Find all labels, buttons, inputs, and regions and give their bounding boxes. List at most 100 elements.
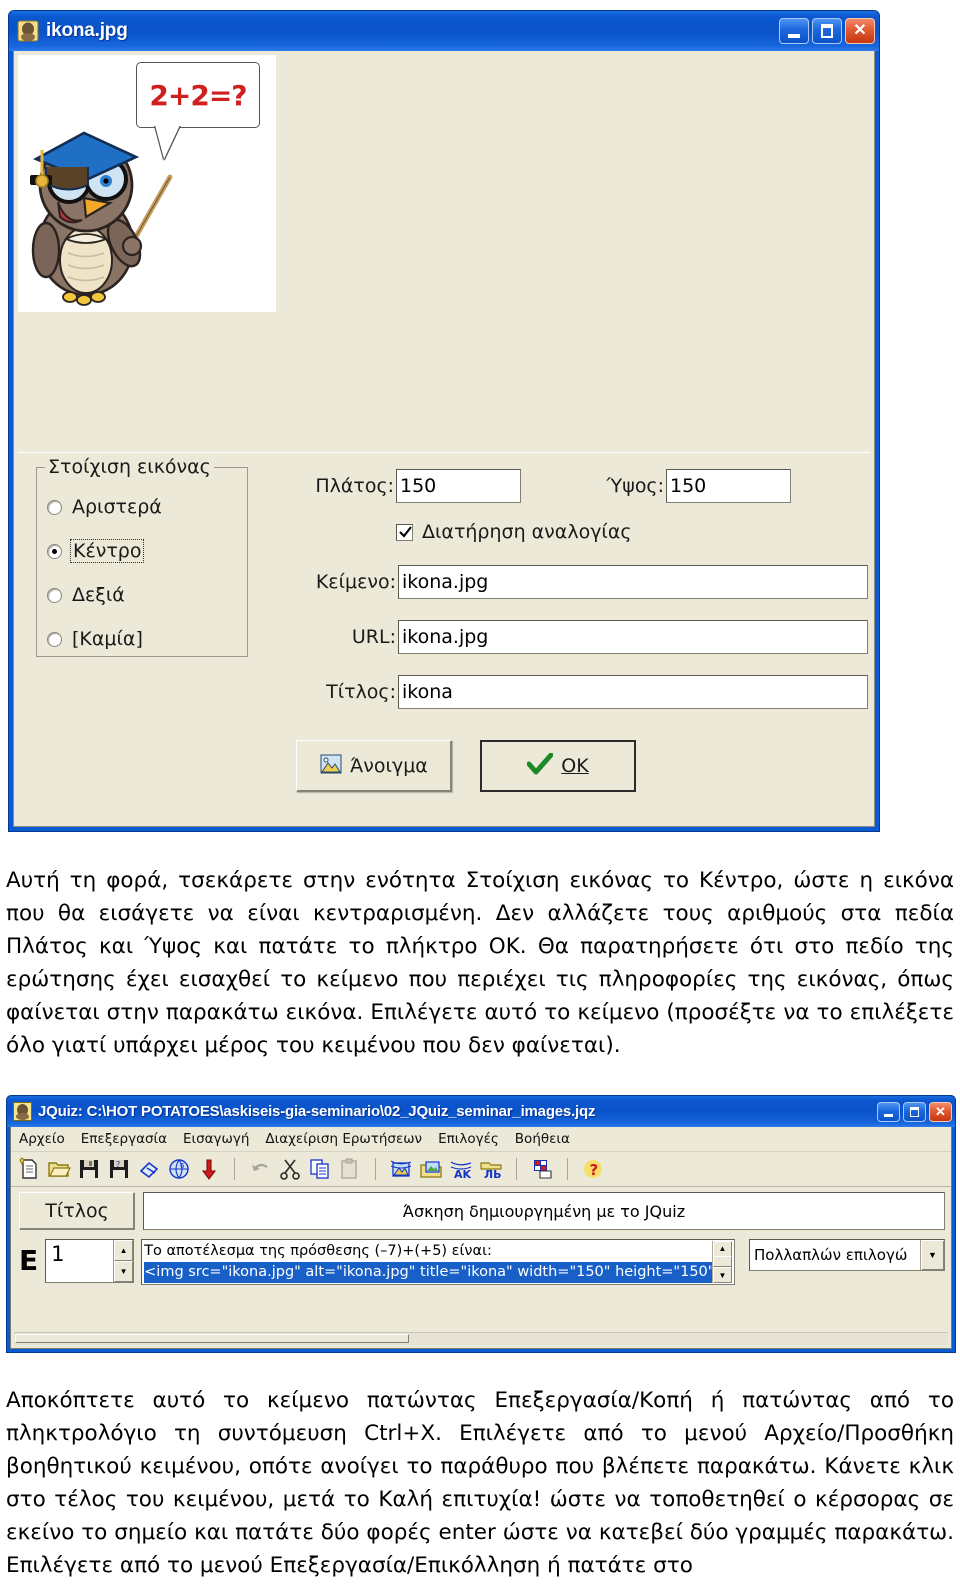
question-text-area[interactable]: Το αποτέλεσμα της πρόσθεσης (–7)+(+5) εί… <box>141 1239 735 1285</box>
radio-indicator <box>47 631 62 647</box>
svg-text:AK: AK <box>454 1168 472 1181</box>
open-button[interactable]: Άνοιγμα <box>296 740 452 792</box>
svg-text:ЛЬ: ЛЬ <box>484 1168 502 1181</box>
save-icon[interactable] <box>77 1157 101 1181</box>
radio-align-right[interactable]: Δεξιά <box>47 582 125 608</box>
undo-icon <box>248 1157 272 1181</box>
question-prefix-label: E <box>19 1244 39 1277</box>
svg-text:6: 6 <box>180 1162 185 1170</box>
eraser-icon[interactable] <box>137 1157 161 1181</box>
config-icon[interactable] <box>530 1157 554 1181</box>
jquiz-titlebar[interactable]: JQuiz: C:\HOT POTATOES\askiseis-gia-semi… <box>7 1096 955 1127</box>
width-input[interactable]: 150 <box>396 469 521 503</box>
down-arrow-icon[interactable] <box>197 1157 221 1181</box>
horizontal-scroll-thumb[interactable] <box>15 1334 409 1343</box>
insert-link-web-icon[interactable]: AK <box>449 1157 473 1181</box>
title-button[interactable]: Τίτλος <box>19 1192 135 1230</box>
stepper-down-button[interactable]: ▼ <box>114 1261 134 1282</box>
check-mark-icon <box>526 752 554 780</box>
dialog-client-area: 2+2=? Στοίχιση εικόνας Αριστερά Κέντρο Δ… <box>13 51 875 827</box>
new-file-icon[interactable] <box>17 1157 41 1181</box>
image-properties-form: Στοίχιση εικόνας Αριστερά Κέντρο Δεξιά [… <box>18 455 870 822</box>
scroll-thumb[interactable] <box>713 1255 732 1268</box>
radio-label: Δεξιά <box>72 584 125 606</box>
keep-ratio-label: Διατήρηση αναλογίας <box>422 521 632 543</box>
web-export-icon[interactable]: 6 <box>167 1157 191 1181</box>
exercise-title-row: Τίτλος Άσκηση δημιουργημένη με το JQuiz <box>11 1187 951 1233</box>
insert-picture-web-icon[interactable] <box>389 1157 413 1181</box>
paragraph-1: Αυτή τη φορά, τσεκάρετε στην ενότητα Στο… <box>6 868 954 1058</box>
title-label: Τίτλος: <box>326 681 396 703</box>
checkbox-indicator <box>396 523 413 541</box>
image-file-icon <box>17 20 39 42</box>
open-button-label: Άνοιγμα <box>350 755 428 777</box>
menu-help[interactable]: Βοήθεια <box>515 1131 570 1147</box>
toolbar-separator <box>567 1158 568 1180</box>
minimize-button[interactable] <box>779 18 809 44</box>
paste-icon <box>338 1157 362 1181</box>
question-number-stepper[interactable]: 1 ▲ ▼ <box>45 1239 135 1283</box>
insert-link-file-icon[interactable]: ЛЬ <box>479 1157 503 1181</box>
speech-bubble-tail <box>155 125 180 159</box>
width-label: Πλάτος: <box>315 475 394 497</box>
radio-align-left[interactable]: Αριστερά <box>47 494 162 520</box>
radio-align-none[interactable]: [Καμία] <box>47 626 143 652</box>
cut-icon[interactable] <box>278 1157 302 1181</box>
width-field-row: Πλάτος: 150 <box>304 469 521 503</box>
save-as-icon[interactable]: ? <box>107 1157 131 1181</box>
alignment-group: Στοίχιση εικόνας Αριστερά Κέντρο Δεξιά [… <box>36 456 248 657</box>
svg-text:?: ? <box>116 1160 120 1169</box>
radio-label: Κέντρο <box>70 539 145 563</box>
url-input[interactable]: ikona.jpg <box>398 620 868 654</box>
owl-illustration: 2+2=? <box>18 55 276 312</box>
image-properties-dialog: ikona.jpg ✕ 2+2=? Στοίχιση εικόνας Αριστ… <box>8 10 880 832</box>
close-button[interactable]: ✕ <box>845 18 875 44</box>
preview-canvas: 2+2=? <box>18 55 276 312</box>
image-preview-pane: 2+2=? <box>18 55 870 453</box>
question-type-combobox[interactable]: Πολλαπλών επιλογώ ▼ <box>749 1239 945 1271</box>
ok-button[interactable]: OK <box>480 740 636 792</box>
dialog-titlebar[interactable]: ikona.jpg ✕ <box>9 11 879 51</box>
question-line-2-selected: <img src="ikona.jpg" alt="ikona.jpg" tit… <box>144 1262 712 1283</box>
jquiz-close-button[interactable]: ✕ <box>929 1101 952 1122</box>
jquiz-minimize-button[interactable] <box>877 1101 900 1122</box>
title-input[interactable]: ikona <box>398 675 868 709</box>
horizontal-scrollbar[interactable] <box>14 1332 948 1345</box>
scroll-up-button[interactable]: ▲ <box>713 1241 732 1257</box>
text-input[interactable]: ikona.jpg <box>398 565 868 599</box>
keep-ratio-checkbox[interactable]: Διατήρηση αναλογίας <box>396 521 632 543</box>
jquiz-maximize-button[interactable] <box>903 1101 926 1122</box>
jquiz-menubar: Αρχείο Επεξεργασία Εισαγωγή Διαχείριση Ε… <box>11 1127 951 1152</box>
height-input[interactable]: 150 <box>666 469 791 503</box>
jquiz-window-button-group: ✕ <box>877 1101 952 1122</box>
insert-picture-file-icon[interactable] <box>419 1157 443 1181</box>
open-folder-icon[interactable] <box>47 1157 71 1181</box>
radio-label: [Καμία] <box>72 628 143 650</box>
menu-insert[interactable]: Εισαγωγή <box>183 1131 249 1147</box>
menu-file[interactable]: Αρχείο <box>19 1131 65 1147</box>
close-icon: ✕ <box>853 22 867 39</box>
toolbar-separator <box>516 1158 517 1180</box>
scroll-down-button[interactable]: ▼ <box>713 1267 732 1283</box>
toolbar-separator <box>234 1158 235 1180</box>
question-vertical-scrollbar[interactable]: ▲ ▼ <box>712 1241 732 1283</box>
url-label: URL: <box>351 626 396 648</box>
alignment-group-legend: Στοίχιση εικόνας <box>45 456 214 478</box>
radio-align-center[interactable]: Κέντρο <box>47 538 145 564</box>
menu-edit[interactable]: Επεξεργασία <box>81 1131 167 1147</box>
chevron-down-icon[interactable]: ▼ <box>920 1240 944 1270</box>
menu-manage-questions[interactable]: Διαχείριση Ερωτήσεων <box>265 1131 422 1147</box>
copy-icon[interactable] <box>308 1157 332 1181</box>
hot-potatoes-icon <box>13 1102 32 1121</box>
question-number-value[interactable]: 1 <box>46 1240 113 1282</box>
jquiz-title: JQuiz: C:\HOT POTATOES\askiseis-gia-semi… <box>38 1103 596 1120</box>
exercise-title-input[interactable]: Άσκηση δημιουργημένη με το JQuiz <box>143 1192 945 1230</box>
menu-options[interactable]: Επιλογές <box>438 1131 499 1147</box>
check-icon <box>399 525 412 538</box>
jquiz-window: JQuiz: C:\HOT POTATOES\askiseis-gia-semi… <box>6 1095 956 1353</box>
question-line-1: Το αποτέλεσμα της πρόσθεσης (–7)+(+5) εί… <box>144 1243 492 1259</box>
help-icon[interactable]: ? <box>581 1157 605 1181</box>
maximize-button[interactable] <box>812 18 842 44</box>
document-page: ikona.jpg ✕ 2+2=? Στοίχιση εικόνας Αριστ… <box>0 0 960 1584</box>
stepper-up-button[interactable]: ▲ <box>114 1240 134 1261</box>
